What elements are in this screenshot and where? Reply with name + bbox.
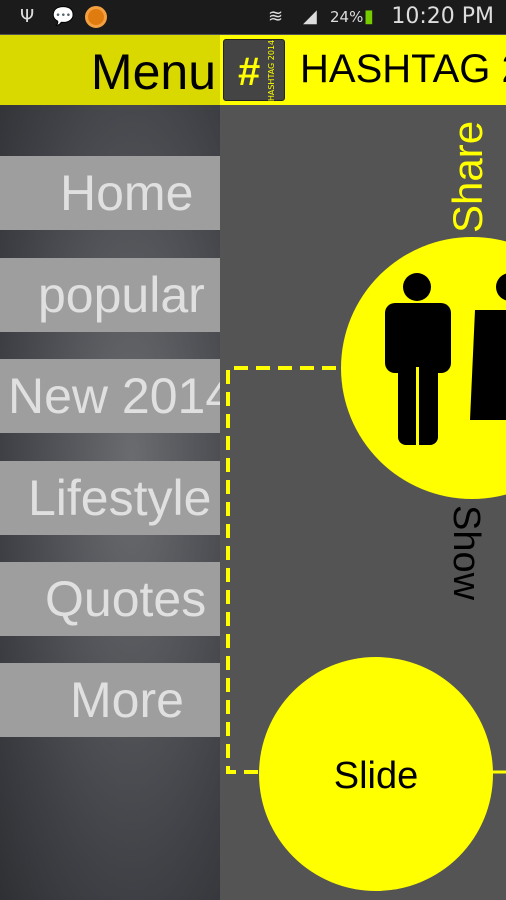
hashtag-icon: #	[238, 50, 261, 94]
menu-item-more[interactable]: More	[0, 663, 220, 737]
menu-item-quotes[interactable]: Quotes	[0, 562, 220, 636]
show-label[interactable]: Show	[445, 505, 487, 601]
menu-header: Menu	[0, 35, 220, 105]
usb-icon: Ψ	[20, 6, 35, 27]
menu-item-popular[interactable]: popular	[0, 258, 220, 332]
app-title: HASHTAG 2014	[300, 47, 506, 91]
app-header: #HASHTAG 2014 HASHTAG 2014	[220, 35, 506, 105]
slide-label: Slide	[334, 755, 419, 797]
app-logo[interactable]: # HASHTAG 2014	[223, 39, 285, 101]
menu-item-new-2014[interactable]: New 2014	[0, 359, 220, 433]
signal-icon: ◢	[303, 6, 317, 27]
clock: 10:20 PM	[391, 4, 494, 29]
battery-level: 24%	[330, 8, 364, 26]
app-icon	[85, 6, 107, 28]
menu-item-home[interactable]: Home	[0, 156, 220, 230]
wifi-icon: ≋	[268, 6, 284, 27]
share-label[interactable]: Share	[444, 121, 491, 233]
diagram: Share Show Slide	[226, 121, 506, 891]
battery-charging-icon: ▮	[364, 6, 374, 27]
status-bar: Ψ 💬 ≋ ◢ 24% ▮ 10:20 PM	[0, 0, 506, 34]
side-menu: Home popular New 2014 Lifestyle Quotes M…	[0, 105, 220, 900]
bbm-icon: 💬	[52, 6, 75, 27]
menu-item-lifestyle[interactable]: Lifestyle	[0, 461, 220, 535]
menu-title: Menu	[90, 44, 216, 100]
